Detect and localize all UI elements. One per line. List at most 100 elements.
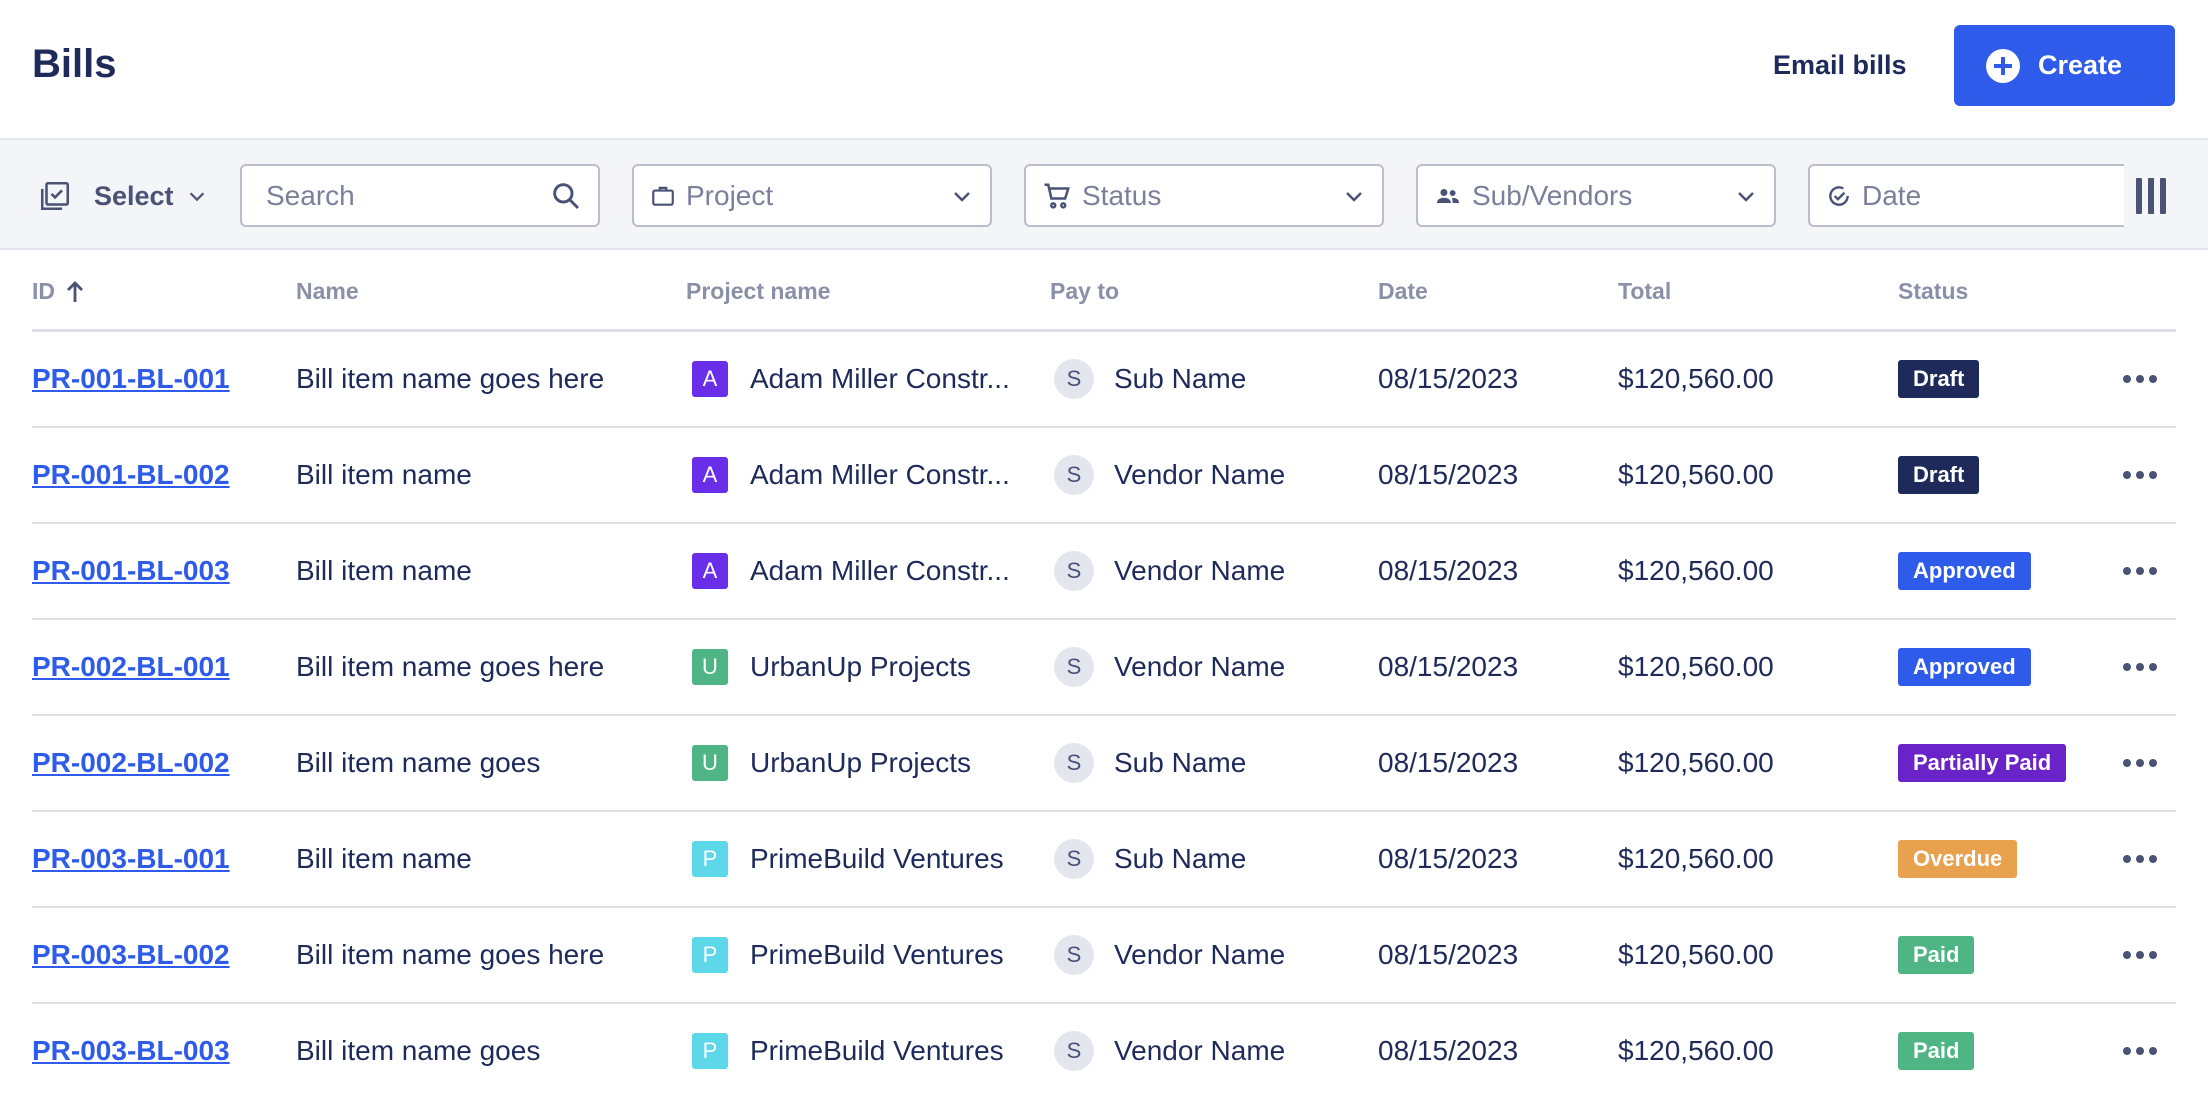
status-filter[interactable]: Status — [1024, 164, 1384, 227]
bill-total: $120,560.00 — [1618, 843, 1774, 874]
column-header-date[interactable]: Date — [1378, 278, 1428, 305]
table-row[interactable]: PR-002-BL-001 Bill item name goes here U Ur… — [32, 620, 2176, 716]
status-cell: Draft — [1898, 332, 1980, 426]
bill-name: Bill item name goes — [296, 747, 541, 778]
table-body: PR-001-BL-001 Bill item name goes here A Ad… — [32, 332, 2176, 1098]
bill-id-cell: PR-003-BL-003 — [32, 1004, 230, 1098]
project-avatar: P — [692, 937, 728, 973]
bill-id-link[interactable]: PR-002-BL-002 — [32, 747, 230, 779]
table-row[interactable]: PR-003-BL-003 Bill item name goes P PrimeBu… — [32, 1004, 2176, 1098]
table-row[interactable]: PR-003-BL-001 Bill item name P PrimeBuild V… — [32, 812, 2176, 908]
bill-id-cell: PR-001-BL-001 — [32, 332, 230, 426]
bill-total: $120,560.00 — [1618, 939, 1774, 970]
status-cell: Partially Paid — [1898, 716, 2067, 810]
create-button[interactable]: Create — [1954, 25, 2175, 106]
avatar: S — [1054, 839, 1094, 879]
columns-icon[interactable] — [2136, 178, 2166, 214]
more-horizontal-icon[interactable] — [2120, 812, 2160, 906]
more-horizontal-icon[interactable] — [2120, 524, 2160, 618]
create-button-label: Create — [2038, 50, 2123, 80]
table-header: ID Name Project name Pay to Date Total S… — [32, 250, 2176, 332]
bill-id-cell: PR-003-BL-001 — [32, 812, 230, 906]
people-icon — [1436, 188, 1460, 203]
bill-id-cell: PR-002-BL-002 — [32, 716, 230, 810]
status-badge: Overdue — [1898, 840, 2018, 878]
avatar: S — [1054, 1031, 1094, 1071]
project-name: Adam Miller Constr... — [750, 363, 1010, 394]
bill-id-link[interactable]: PR-002-BL-001 — [32, 651, 230, 683]
project-name: PrimeBuild Ventures — [750, 1035, 1004, 1066]
more-horizontal-icon[interactable] — [2120, 716, 2160, 810]
project-filter[interactable]: Project — [632, 164, 992, 227]
more-horizontal-icon[interactable] — [2120, 428, 2160, 522]
pay-to-name: Vendor Name — [1114, 1035, 1286, 1066]
bill-id-link[interactable]: PR-003-BL-001 — [32, 843, 230, 875]
table-row[interactable]: PR-001-BL-002 Bill item name A Adam Miller … — [32, 428, 2176, 524]
column-header-project-name[interactable]: Project name — [686, 278, 830, 305]
bill-id-cell: PR-001-BL-002 — [32, 428, 230, 522]
more-horizontal-icon[interactable] — [2120, 908, 2160, 1002]
page-header: Bills Email bills Create — [0, 0, 2208, 138]
bill-total: $120,560.00 — [1618, 459, 1774, 490]
project-avatar: U — [692, 745, 728, 781]
project-cell: P PrimeBuild Ventures — [692, 812, 1004, 906]
select-dropdown[interactable]: Select — [38, 176, 208, 216]
date-filter[interactable]: Date — [1808, 164, 2124, 227]
search-icon[interactable] — [550, 180, 582, 212]
status-badge: Paid — [1898, 1032, 1975, 1070]
table-row[interactable]: PR-001-BL-003 Bill item name A Adam Miller … — [32, 524, 2176, 620]
filter-toolbar: Select Search Project Status Sub/Vendors… — [0, 138, 2208, 250]
status-cell: Draft — [1898, 428, 1980, 522]
more-horizontal-icon[interactable] — [2120, 1004, 2160, 1098]
bill-name: Bill item name goes here — [296, 651, 605, 682]
column-header-id[interactable]: ID — [32, 278, 85, 305]
bill-name: Bill item name — [296, 459, 472, 490]
more-horizontal-icon[interactable] — [2120, 620, 2160, 714]
project-avatar: A — [692, 457, 728, 493]
project-name: Adam Miller Constr... — [750, 459, 1010, 490]
chevron-down-icon — [954, 191, 970, 202]
bill-id-link[interactable]: PR-003-BL-002 — [32, 939, 230, 971]
project-cell: A Adam Miller Constr... — [692, 524, 1010, 618]
bill-name: Bill item name goes here — [296, 363, 605, 394]
bill-id-link[interactable]: PR-003-BL-003 — [32, 1035, 230, 1067]
column-header-status[interactable]: Status — [1898, 278, 1968, 305]
bill-id-link[interactable]: PR-001-BL-002 — [32, 459, 230, 491]
pay-to-name: Vendor Name — [1114, 459, 1286, 490]
column-header-label: ID — [32, 278, 55, 304]
status-badge: Paid — [1898, 936, 1975, 974]
pay-to-cell: S Sub Name — [1054, 812, 1246, 906]
chevron-down-icon — [1738, 191, 1754, 202]
table-row[interactable]: PR-002-BL-002 Bill item name goes U UrbanUp… — [32, 716, 2176, 812]
pay-to-name: Sub Name — [1114, 747, 1247, 778]
bill-total: $120,560.00 — [1618, 363, 1774, 394]
sub-vendors-filter[interactable]: Sub/Vendors — [1416, 164, 1776, 227]
more-horizontal-icon[interactable] — [2120, 332, 2160, 426]
column-header-pay-to[interactable]: Pay to — [1050, 278, 1119, 305]
search-input[interactable]: Search — [240, 164, 600, 227]
avatar: S — [1054, 743, 1094, 783]
project-avatar: U — [692, 649, 728, 685]
bill-date: 08/15/2023 — [1378, 1035, 1519, 1066]
briefcase-icon — [652, 186, 674, 206]
bill-id-link[interactable]: PR-001-BL-003 — [32, 555, 230, 587]
bill-id-link[interactable]: PR-001-BL-001 — [32, 363, 230, 395]
table-row[interactable]: PR-003-BL-002 Bill item name goes here P Pr… — [32, 908, 2176, 1004]
bill-date: 08/15/2023 — [1378, 747, 1519, 778]
bill-total: $120,560.00 — [1618, 1035, 1774, 1066]
table-row[interactable]: PR-001-BL-001 Bill item name goes here A Ad… — [32, 332, 2176, 428]
email-bills-button[interactable]: Email bills — [1773, 50, 1907, 81]
bill-date: 08/15/2023 — [1378, 651, 1519, 682]
pay-to-name: Vendor Name — [1114, 555, 1286, 586]
status-badge: Approved — [1898, 552, 2031, 590]
pay-to-cell: S Sub Name — [1054, 332, 1246, 426]
avatar: S — [1054, 647, 1094, 687]
sub-vendors-filter-label: Sub/Vendors — [1472, 179, 1633, 211]
avatar: S — [1054, 455, 1094, 495]
pay-to-cell: S Vendor Name — [1054, 524, 1285, 618]
column-header-name[interactable]: Name — [296, 278, 359, 305]
project-name: PrimeBuild Ventures — [750, 843, 1004, 874]
project-avatar: P — [692, 841, 728, 877]
column-header-total[interactable]: Total — [1618, 278, 1671, 305]
project-cell: U UrbanUp Projects — [692, 716, 971, 810]
